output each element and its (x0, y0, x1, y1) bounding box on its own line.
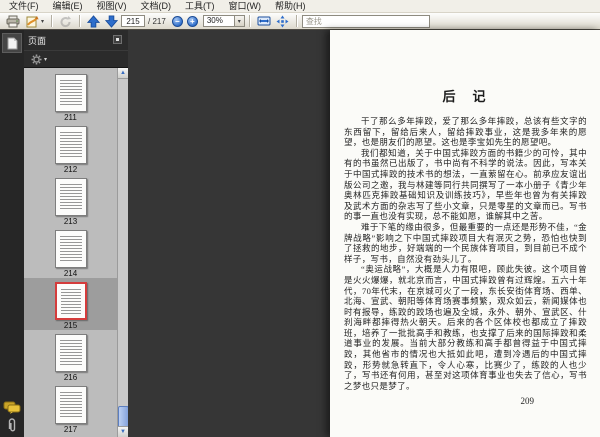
zoom-dropdown-button[interactable]: ▾ (234, 15, 245, 27)
print-button[interactable] (4, 14, 22, 29)
document-view[interactable]: 后 记 干了那么多年摔跤，爱了那么多年摔跤，总该有些文字的东西留下，留给后来人，… (128, 30, 600, 437)
page-down-icon (105, 14, 119, 28)
page-up-icon (87, 14, 101, 28)
menu-item-0[interactable]: 文件(F) (2, 0, 46, 13)
body-paragraph: 干了那么多年摔跤，爱了那么多年摔跤，总该有些文字的东西留下，留给后来人，留给摔跤… (344, 116, 587, 148)
undo-icon (60, 15, 72, 27)
menu-item-6[interactable]: 帮助(H) (268, 0, 313, 13)
navigation-rail (0, 30, 24, 437)
previous-page-button[interactable] (85, 14, 102, 29)
thumbnail-content (60, 289, 81, 314)
menu-item-5[interactable]: 窗口(W) (222, 0, 269, 13)
zoom-out-icon: − (174, 16, 180, 26)
panel-menu-glyph (116, 38, 119, 41)
thumbnail-page-number: 215 (63, 321, 78, 330)
thumbnail-row[interactable]: 211 (24, 70, 117, 122)
fit-width-icon (257, 16, 271, 26)
gear-icon (31, 54, 42, 64)
thumbnail-row[interactable]: 216 (24, 330, 117, 382)
body-paragraph: 我们都知道，关于中国式摔跤方面的书籍少的可怜，其中有的书虽然已出版了，书中尚有不… (344, 147, 587, 222)
menu-item-4[interactable]: 工具(T) (178, 0, 222, 13)
fit-page-icon (276, 15, 289, 27)
toolbar-separator (79, 15, 82, 27)
print-icon (6, 15, 20, 27)
toolbar: ▾ / 217 − + 30% ▾ (0, 13, 600, 29)
search-input[interactable] (301, 14, 430, 28)
page-thumbnail[interactable] (54, 334, 87, 372)
thumbnail-content (59, 340, 82, 367)
body-paragraph: 难于下笔的缘由很多，但最重要的一点还是形势不佳，“金牌战略”影响之下中国式摔跤项… (344, 221, 587, 264)
menu-bar: 文件(F) 编辑(E) 视图(V) 文档(D) 工具(T) 窗口(W) 帮助(H) (0, 0, 600, 13)
export-button[interactable]: ▾ (23, 14, 46, 29)
page-thumbnail[interactable] (54, 230, 87, 268)
undo-button (57, 14, 74, 29)
body-paragraph: “奥运战略”，大概是人力有限吧，顾此失彼。这个项目曾是火火爆爆，就北京而言，中国… (344, 264, 587, 391)
scroll-up-icon: ▲ (120, 70, 126, 76)
scroll-down-icon: ▼ (120, 429, 126, 435)
thumbnail-page-number: 217 (63, 425, 78, 434)
export-caret-icon[interactable]: ▾ (41, 18, 44, 25)
scroll-down-button[interactable]: ▼ (118, 426, 128, 437)
page-thumbnail[interactable] (54, 282, 87, 320)
page-number-input[interactable] (121, 15, 146, 27)
thumbnail-page-number: 213 (63, 217, 78, 226)
page-title: 后 记 (442, 89, 488, 104)
thumbnail-content (59, 236, 82, 263)
thumbnail-content (59, 392, 82, 419)
panel-options-button[interactable]: ▾ (31, 54, 47, 65)
zoom-out-button[interactable]: − (171, 15, 183, 27)
comments-panel-tab[interactable] (3, 401, 21, 414)
thumbnail-rows: 211 212 213 214 215 216 217 (24, 70, 117, 434)
page-thumbnail[interactable] (54, 386, 87, 424)
next-page-button[interactable] (103, 14, 120, 29)
thumbnail-scrollbar[interactable]: ▲ ▼ (117, 68, 128, 437)
comments-icon (3, 401, 21, 414)
export-icon (26, 15, 39, 27)
caret-down-icon: ▾ (237, 18, 241, 25)
page-body: 干了那么多年摔跤，爱了那么多年摔跤，总该有些文字的东西留下，留给后来人，留给摔跤… (344, 116, 587, 391)
thumbnail-row[interactable]: 217 (24, 382, 117, 434)
menu-item-1[interactable]: 编辑(E) (46, 0, 90, 13)
caret-down-icon: ▾ (44, 56, 48, 63)
thumbnail-page-number: 216 (63, 373, 78, 382)
menu-item-3[interactable]: 文档(D) (134, 0, 179, 13)
document-page[interactable]: 后 记 干了那么多年摔跤，爱了那么多年摔跤，总该有些文字的东西留下，留给后来人，… (330, 30, 600, 437)
page-thumbnail[interactable] (54, 74, 87, 112)
scroll-up-button[interactable]: ▲ (118, 68, 128, 79)
thumbnail-content (59, 80, 82, 107)
thumbnail-row[interactable]: 212 (24, 122, 117, 174)
toolbar-separator (51, 15, 54, 27)
page-icon (7, 37, 17, 49)
panel-title: 页面 (28, 35, 47, 46)
toolbar-separator (295, 15, 298, 27)
thumbnail-row[interactable]: 214 (24, 226, 117, 278)
paperclip-icon (8, 418, 16, 432)
attachments-panel-tab[interactable] (6, 417, 18, 434)
toolbar-separator (248, 15, 251, 27)
zoom-in-icon: + (189, 16, 195, 26)
zoom-in-button[interactable]: + (186, 15, 198, 27)
menu-item-2[interactable]: 视图(V) (90, 0, 134, 13)
pages-panel-tab[interactable] (2, 33, 22, 53)
thumbnail-page-number: 214 (63, 269, 78, 278)
thumbnail-row[interactable]: 213 (24, 174, 117, 226)
thumbnail-content (59, 184, 82, 211)
panel-menu-button[interactable] (113, 35, 122, 44)
thumbnail-page-number: 211 (64, 113, 77, 122)
zoom-level-value[interactable]: 30% (202, 15, 235, 27)
page-thumbnail[interactable] (54, 126, 87, 164)
thumbnail-content (59, 132, 82, 159)
fit-width-button[interactable] (255, 14, 273, 29)
page-total-label: / 217 (148, 16, 166, 26)
fit-page-button[interactable] (274, 14, 291, 29)
panel-header: 页面 (24, 30, 128, 50)
page-thumbnail[interactable] (54, 178, 87, 216)
panel-options-bar: ▾ (24, 50, 128, 68)
printed-page-number: 209 (520, 396, 535, 407)
thumbnail-page-number: 212 (63, 165, 78, 174)
thumbnail-row[interactable]: 215 (24, 278, 117, 330)
thumbnail-panel: 211 212 213 214 215 216 217 ▲ ▼ (24, 68, 128, 437)
